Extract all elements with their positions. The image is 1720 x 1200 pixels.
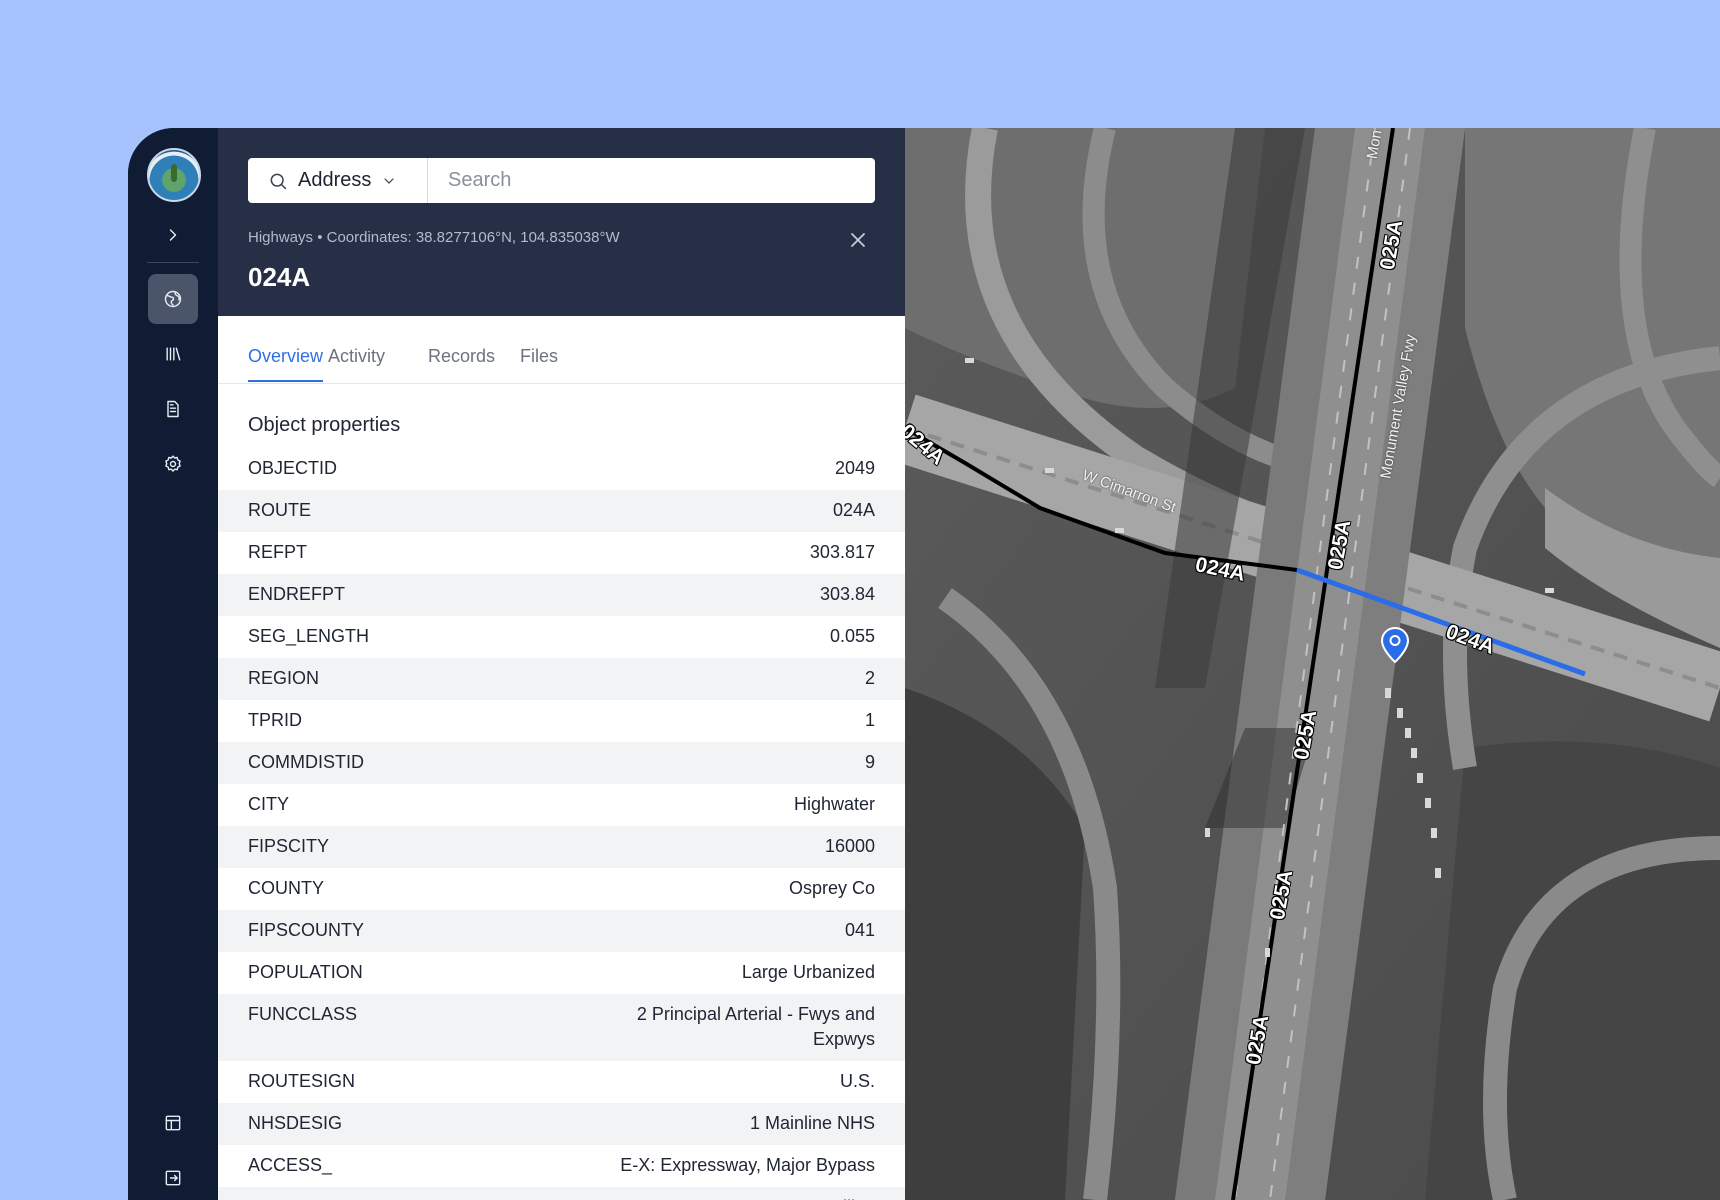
property-key: FIPSCITY (248, 836, 330, 856)
nav-library[interactable] (148, 329, 198, 379)
map-marker (1380, 626, 1410, 664)
nav-settings[interactable] (148, 439, 198, 489)
property-value: 041 (844, 920, 875, 940)
nav-divider (147, 262, 199, 263)
property-value: 0.055 (829, 626, 875, 646)
property-value: 303.817 (809, 542, 875, 562)
property-value: 1 (864, 710, 875, 730)
property-key: POPULATION (248, 962, 363, 982)
property-key: TPRID (248, 710, 302, 730)
properties-table: OBJECTID 2049 ROUTE 024A REFPT 303.817 ENDREFP… (218, 448, 905, 1200)
property-value: Highwater (793, 794, 875, 814)
city-logo[interactable] (147, 148, 201, 202)
gear-icon (165, 455, 181, 472)
nav-documents[interactable] (148, 384, 198, 434)
map-view[interactable]: 025A 025A 025A 025A 025A 024A 024A 024A … (905, 128, 1720, 1200)
app-window: Address Highways • Coordinates: 38.82771… (128, 128, 1720, 1200)
feature-meta: Highways • Coordinates: 38.8277106°N, 10… (248, 229, 620, 246)
property-row: OBJECTID 2049 (218, 448, 905, 490)
property-key: REGION (248, 668, 320, 688)
property-key: OBJECTID (248, 458, 338, 478)
property-value: 2 Principal Arterial - Fwys and Expwys (636, 1004, 875, 1049)
property-row: TPRID 1 (218, 700, 905, 742)
chevron-right-icon (169, 229, 177, 241)
property-value: Rolling (820, 1195, 875, 1200)
property-row: REGION 2 (218, 658, 905, 700)
expand-nav-button[interactable] (148, 210, 198, 260)
nav-rail (128, 128, 218, 1200)
property-key: ROUTE (248, 500, 311, 520)
property-value: 1 Mainline NHS (749, 1113, 875, 1133)
feature-title: 024A (248, 262, 311, 292)
property-key: ROUTESIGN (248, 1071, 356, 1091)
property-row: TERRAINRolling (218, 1187, 905, 1200)
property-row: CITY Highwater (218, 784, 905, 826)
property-value: 2049 (834, 458, 875, 478)
property-row: ACCESS_ E-X: Expressway, Major Bypass (218, 1145, 905, 1187)
property-value: Osprey Co (788, 878, 875, 898)
property-row: REFPT 303.817 (218, 532, 905, 574)
panel-header: Address Highways • Coordinates: 38.82771… (218, 128, 905, 316)
property-row: FIPSCITY 16000 (218, 826, 905, 868)
close-icon (851, 233, 865, 247)
property-value: 9 (864, 752, 875, 772)
chevron-down-icon (384, 177, 394, 184)
tab-bar: Overview Activity Records Files (218, 316, 905, 384)
property-row: FUNCCLASS 2 Principal Arterial - Fwys and… (218, 994, 905, 1061)
nav-sign-out[interactable] (148, 1153, 198, 1200)
search-bar: Address (248, 158, 875, 203)
property-value: 2 (864, 668, 875, 688)
property-value: 303.84 (819, 584, 875, 604)
property-key: CITY (248, 794, 290, 814)
property-key: FUNCCLASS (248, 1004, 358, 1024)
property-row: ROUTE 024A (218, 490, 905, 532)
property-value: Large Urbanized (741, 962, 875, 982)
nav-map-layers[interactable] (148, 274, 198, 324)
property-value: 16000 (824, 836, 875, 856)
search-input[interactable] (428, 158, 875, 203)
tab-activity[interactable]: Activity (328, 346, 385, 382)
property-key: NHSDESIG (248, 1113, 343, 1133)
document-icon (167, 400, 179, 418)
property-row: COMMDISTID 9 (218, 742, 905, 784)
globe-icon (164, 290, 182, 308)
tab-records[interactable]: Records (428, 346, 495, 382)
property-row: COUNTY Osprey Co (218, 868, 905, 910)
property-key: ENDREFPT (248, 584, 346, 604)
property-key: COUNTY (248, 878, 324, 898)
property-row: POPULATION Large Urbanized (218, 952, 905, 994)
property-row: ROUTESIGN U.S. (218, 1061, 905, 1103)
property-key: FIPSCOUNTY (248, 920, 365, 940)
property-value: 024A (832, 500, 875, 520)
property-key: COMMDISTID (248, 752, 364, 772)
section-title: Object properties (248, 414, 401, 436)
tab-overview[interactable]: Overview (248, 346, 324, 382)
tab-files[interactable]: Files (520, 346, 558, 382)
property-key: SEG_LENGTH (248, 626, 370, 646)
feature-panel: Address Highways • Coordinates: 38.82771… (218, 128, 905, 1200)
layout-icon (165, 1115, 181, 1131)
library-icon (166, 347, 181, 361)
property-row: SEG_LENGTH 0.055 (218, 616, 905, 658)
aerial-map (905, 128, 1720, 1200)
property-key: REFPT (248, 542, 308, 562)
property-row: FIPSCOUNTY 041 (218, 910, 905, 952)
close-button[interactable] (846, 228, 870, 252)
location-pin-icon[interactable] (1380, 626, 1410, 664)
search-icon (270, 173, 287, 189)
property-value: E-X: Expressway, Major Bypass (620, 1155, 875, 1175)
property-key: ACCESS_ (248, 1155, 333, 1175)
property-value: U.S. (839, 1071, 875, 1091)
property-row: ENDREFPT 303.84 (218, 574, 905, 616)
property-row: NHSDESIG 1 Mainline NHS (218, 1103, 905, 1145)
sign-out-icon (165, 1170, 181, 1186)
nav-layout[interactable] (148, 1098, 198, 1148)
search-mode-select[interactable]: Address (248, 158, 428, 203)
search-mode-label: Address (298, 169, 372, 191)
